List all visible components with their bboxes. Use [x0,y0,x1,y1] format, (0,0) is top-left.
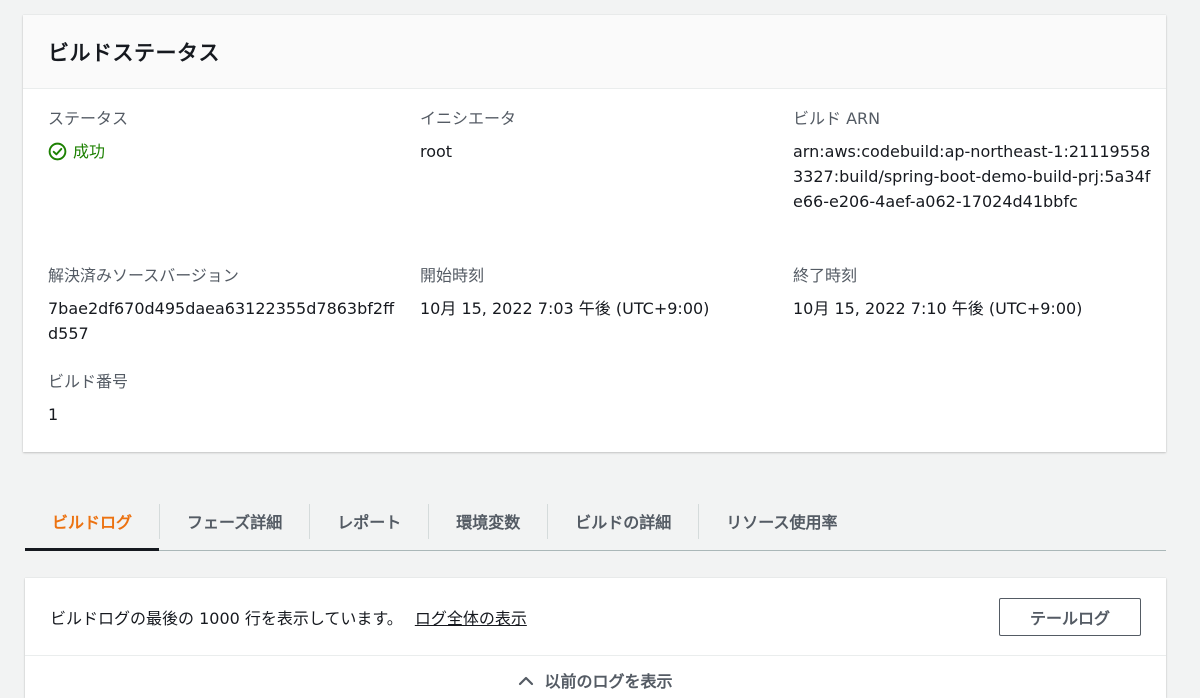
build-log-panel: ビルドログの最後の 1000 行を表示しています。 ログ全体の表示 テールログ … [25,578,1166,698]
check-circle-icon [48,142,67,161]
tab-reports[interactable]: レポート [310,492,428,550]
build-status-header: ビルドステータス [23,15,1166,89]
view-full-log-link[interactable]: ログ全体の表示 [415,605,527,629]
build-number-field: ビルド番号 1 [48,371,128,427]
show-previous-logs-label: 以前のログを表示 [544,672,673,691]
end-time-value: 10月 15, 2022 7:10 午後 (UTC+9:00) [793,299,1083,318]
log-message: ビルドログの最後の 1000 行を表示しています。 [50,608,403,628]
log-toolbar: ビルドログの最後の 1000 行を表示しています。 ログ全体の表示 テールログ [25,578,1166,656]
chevron-up-icon [518,671,534,690]
tab-phase-details[interactable]: フェーズ詳細 [160,492,309,550]
source-version-field: 解決済みソースバージョン 7bae2df670d495daea63122355d… [48,265,398,346]
tab-environment-variables[interactable]: 環境変数 [429,492,547,550]
tab-build-logs[interactable]: ビルドログ [25,492,160,551]
source-version-label: 解決済みソースバージョン [48,266,239,285]
initiator-value: root [420,142,453,161]
source-version-value: 7bae2df670d495daea63122355d7863bf2ffd557 [48,299,395,343]
build-arn-field: ビルド ARN arn:aws:codebuild:ap-northeast-1… [793,108,1153,214]
build-status-title: ビルドステータス [48,40,220,65]
build-number-value: 1 [48,405,59,424]
tail-log-button[interactable]: テールログ [999,597,1141,636]
start-time-field: 開始時刻 10月 15, 2022 7:03 午後 (UTC+9:00) [420,265,709,321]
build-number-label: ビルド番号 [48,372,129,391]
end-time-field: 終了時刻 10月 15, 2022 7:10 午後 (UTC+9:00) [793,265,1082,321]
details-tabs: ビルドログ フェーズ詳細 レポート 環境変数 ビルドの詳細 リソース使用率 [25,492,1166,551]
build-arn-value: arn:aws:codebuild:ap-northeast-1:2111955… [793,142,1151,211]
start-time-value: 10月 15, 2022 7:03 午後 (UTC+9:00) [420,299,710,318]
status-text: 成功 [73,142,106,161]
start-time-label: 開始時刻 [420,266,485,285]
status-label: ステータス [48,109,129,128]
status-value: 成功 [48,139,128,164]
initiator-label: イニシエータ [420,109,517,128]
initiator-field: イニシエータ root [420,108,516,164]
status-field: ステータス 成功 [48,108,128,164]
tab-build-details[interactable]: ビルドの詳細 [548,492,698,550]
build-arn-label: ビルド ARN [793,109,881,128]
end-time-label: 終了時刻 [793,266,858,285]
show-previous-logs-button[interactable]: 以前のログを表示 [25,656,1166,692]
tab-resource-utilization[interactable]: リソース使用率 [699,492,864,550]
build-status-panel: ビルドステータス ステータス 成功 イニシエータ root ビルド ARN ar… [23,15,1166,452]
